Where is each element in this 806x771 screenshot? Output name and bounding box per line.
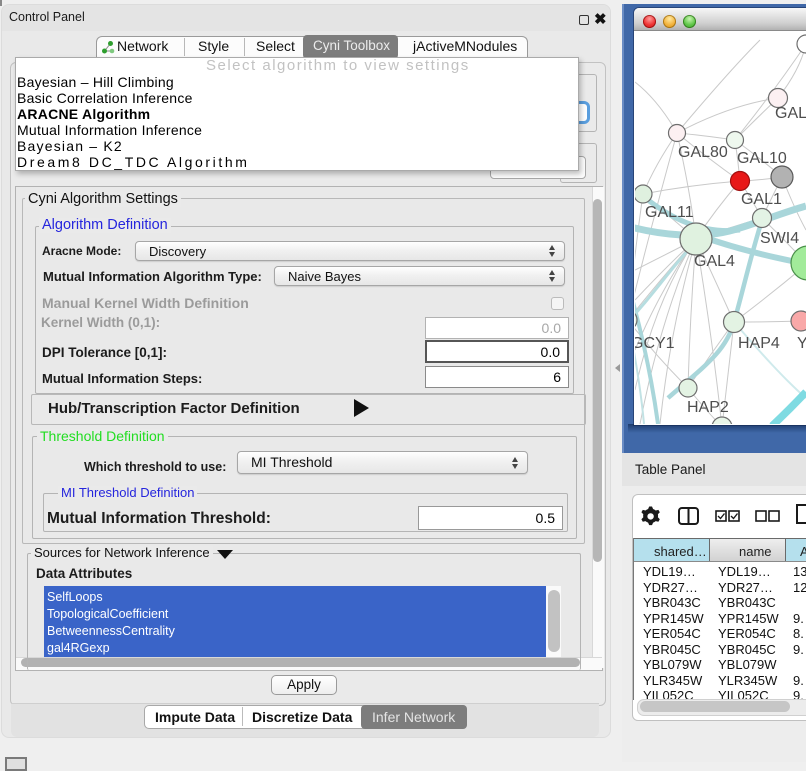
svg-text:GCY1: GCY1: [635, 335, 675, 352]
svg-text:GAL4: GAL4: [694, 253, 735, 270]
svg-text:HAP2: HAP2: [687, 399, 729, 416]
svg-text:GAL11: GAL11: [645, 204, 694, 221]
svg-text:GAL10: GAL10: [737, 150, 787, 167]
svg-text:YEL: YEL: [797, 335, 806, 352]
svg-text:GAL80: GAL80: [678, 144, 728, 161]
svg-text:GAL1: GAL1: [741, 191, 782, 208]
svg-text:GAL7: GAL7: [775, 105, 806, 122]
svg-text:SWI4: SWI4: [760, 230, 799, 247]
svg-text:HAP4: HAP4: [738, 335, 780, 352]
